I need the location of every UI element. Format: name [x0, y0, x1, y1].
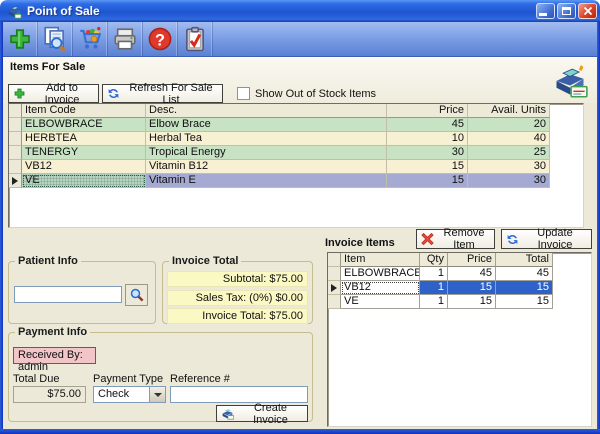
- maximize-icon: [562, 7, 571, 15]
- toolbar-add-button[interactable]: [3, 22, 38, 56]
- show-out-of-stock-checkbox[interactable]: [237, 87, 250, 100]
- items-for-sale-table[interactable]: Item Code Desc. Price Avail. Units ELBOW…: [8, 103, 584, 228]
- help-icon: ?: [147, 26, 173, 52]
- total-due-label: Total Due: [13, 373, 59, 385]
- items-for-sale-title: Items For Sale: [10, 61, 85, 73]
- col-qty[interactable]: Qty: [420, 253, 448, 267]
- invoice-items-table[interactable]: Item Qty Price Total ELBOWBRACE 1 45 45 …: [327, 252, 592, 427]
- tasks-checklist-icon: [182, 26, 208, 52]
- app-window: Point of Sale: [0, 0, 600, 434]
- toolbar: ?: [3, 22, 597, 57]
- toolbar-tasks-button[interactable]: [178, 22, 213, 56]
- app-icon: [7, 4, 22, 19]
- svg-text:?: ?: [155, 32, 165, 50]
- chevron-down-icon: [154, 393, 162, 397]
- create-invoice-button[interactable]: Create Invoice: [216, 405, 308, 422]
- titlebar[interactable]: Point of Sale: [0, 0, 600, 22]
- col-price[interactable]: Price: [448, 253, 496, 267]
- total-due-value: $75.00: [13, 386, 86, 403]
- table-row[interactable]: VB12 Vitamin B12 15 30: [9, 160, 583, 174]
- sales-tax-field: Sales Tax: (0%) $0.00: [167, 290, 308, 306]
- table-row[interactable]: VE 1 15 15: [328, 295, 591, 309]
- update-invoice-button[interactable]: Update Invoice: [501, 229, 592, 249]
- window-title: Point of Sale: [27, 4, 100, 18]
- table-header-row: Item Qty Price Total: [328, 253, 591, 267]
- minimize-button[interactable]: [536, 3, 555, 19]
- col-price[interactable]: Price: [387, 104, 468, 118]
- client-area: Items For Sale Add to Invoice Refresh Fo…: [3, 57, 597, 429]
- shopping-cart-icon: [77, 26, 103, 52]
- payment-type-select[interactable]: Check: [93, 386, 166, 403]
- close-icon: [583, 6, 593, 16]
- table-row-selected[interactable]: VB12 1 15 15: [328, 281, 591, 295]
- current-row-arrow-icon: [12, 177, 18, 185]
- table-row[interactable]: TENERGY Tropical Energy 30 25: [9, 146, 583, 160]
- table-row-selected[interactable]: VE Vitamin E 15 30: [9, 174, 583, 188]
- add-to-invoice-button[interactable]: Add to Invoice: [8, 84, 99, 103]
- row-selector-header: [9, 104, 22, 118]
- col-item[interactable]: Item: [341, 253, 420, 267]
- col-avail-units[interactable]: Avail. Units: [468, 104, 550, 118]
- minimize-icon: [539, 13, 547, 16]
- table-row[interactable]: HERBTEA Herbal Tea 10 40: [9, 132, 583, 146]
- refresh-icon: [506, 233, 519, 246]
- close-button[interactable]: [578, 3, 597, 19]
- row-selector-header: [328, 253, 341, 267]
- patient-search-button[interactable]: [125, 284, 148, 306]
- col-desc[interactable]: Desc.: [146, 104, 387, 118]
- search-icon: [129, 287, 145, 303]
- table-row[interactable]: ELBOWBRACE Elbow Brace 45 20: [9, 118, 583, 132]
- window-border-bottom: [0, 429, 600, 434]
- dropdown-button[interactable]: [149, 387, 165, 402]
- table-header-row: Item Code Desc. Price Avail. Units: [9, 104, 583, 118]
- current-row-arrow-icon: [331, 284, 337, 292]
- table-row[interactable]: ELBOWBRACE 1 45 45: [328, 267, 591, 281]
- maximize-button[interactable]: [557, 3, 576, 19]
- toolbar-print-button[interactable]: [108, 22, 143, 56]
- toolbar-cart-button[interactable]: [73, 22, 108, 56]
- remove-icon: [421, 232, 434, 246]
- remove-item-button[interactable]: Remove Item: [416, 229, 495, 249]
- col-total[interactable]: Total: [496, 253, 553, 267]
- received-by-badge: Received By: admin: [13, 347, 96, 364]
- print-icon: [112, 26, 138, 52]
- toolbar-find-items-button[interactable]: [38, 22, 73, 56]
- point-of-sale-icon: [552, 63, 588, 99]
- invoice-total-field: Invoice Total: $75.00: [167, 308, 308, 324]
- refresh-icon: [107, 87, 120, 100]
- patient-search-input[interactable]: [14, 286, 122, 303]
- toolbar-help-button[interactable]: ?: [143, 22, 178, 56]
- payment-type-label: Payment Type: [93, 373, 163, 385]
- invoice-items-title: Invoice Items: [325, 237, 395, 249]
- add-icon: [7, 26, 33, 52]
- create-invoice-icon: [221, 407, 234, 420]
- add-icon: [13, 87, 26, 100]
- find-items-icon: [42, 26, 68, 52]
- col-item-code[interactable]: Item Code: [22, 104, 146, 118]
- reference-input[interactable]: [170, 386, 308, 403]
- show-out-of-stock-label: Show Out of Stock Items: [255, 88, 376, 100]
- subtotal-field: Subtotal: $75.00: [167, 271, 308, 287]
- refresh-for-sale-list-button[interactable]: Refresh For Sale List: [102, 84, 223, 103]
- window-border-left: [0, 20, 3, 434]
- reference-label: Reference #: [170, 373, 230, 385]
